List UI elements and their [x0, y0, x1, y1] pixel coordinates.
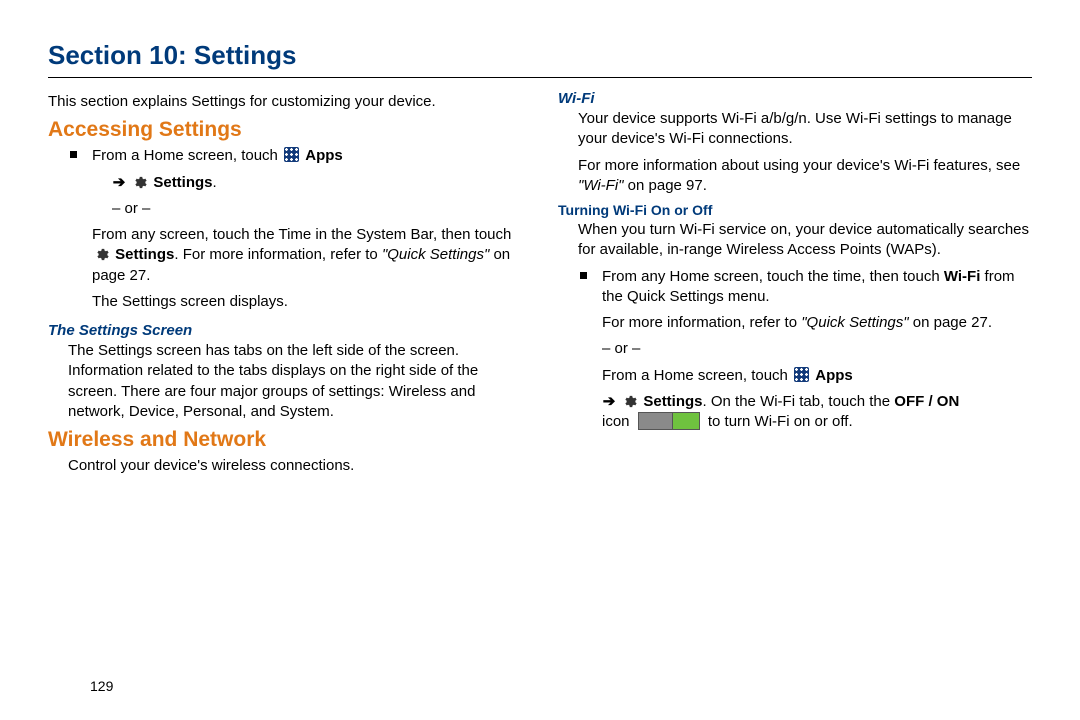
period: .	[213, 174, 217, 191]
settings-icon	[622, 394, 637, 409]
wireless-body: Control your device's wireless connectio…	[48, 456, 522, 476]
heading-settings-screen: The Settings Screen	[48, 322, 522, 339]
wifi-p2: For more information about using your de…	[558, 156, 1032, 197]
title-rule	[48, 77, 1032, 78]
text: on page 97.	[624, 177, 707, 194]
toggle-icon	[638, 412, 700, 430]
wifi-p1: Your device supports Wi-Fi a/b/g/n. Use …	[558, 109, 1032, 150]
bullet-icon	[580, 272, 587, 279]
wifi-ref: "Wi-Fi"	[578, 177, 624, 194]
apps-label: Apps	[305, 147, 343, 164]
arrow-icon: ➔	[112, 173, 126, 193]
step-home-apps: From a Home screen, touch Apps	[48, 146, 522, 166]
text: For more information, refer to	[602, 314, 801, 331]
text: on page 27.	[909, 314, 992, 331]
settings-label: Settings	[643, 393, 702, 410]
heading-accessing-settings: Accessing Settings	[48, 118, 522, 142]
or-divider: – or –	[48, 199, 522, 219]
quick-settings-ref: "Quick Settings"	[382, 246, 489, 263]
heading-wireless-network: Wireless and Network	[48, 428, 522, 452]
settings-icon	[132, 175, 147, 190]
step-arrow-settings: ➔ Settings.	[48, 173, 522, 193]
turning-home: From a Home screen, touch Apps	[558, 366, 1032, 386]
turning-bullet-1: From any Home screen, touch the time, th…	[558, 267, 1032, 308]
settings-displays: The Settings screen displays.	[48, 292, 522, 312]
intro-text: This section explains Settings for custo…	[48, 92, 522, 112]
turning-last: ➔ Settings. On the Wi-Fi tab, touch the …	[558, 392, 1032, 433]
wifi-bold: Wi-Fi	[944, 268, 981, 285]
settings-label: Settings	[153, 174, 212, 191]
page-number: 129	[90, 678, 113, 694]
text: From a Home screen, touch	[602, 367, 792, 384]
bullet-icon	[70, 151, 77, 158]
settings-screen-body: The Settings screen has tabs on the left…	[48, 341, 522, 422]
right-column: Wi-Fi Your device supports Wi-Fi a/b/g/n…	[558, 90, 1032, 482]
arrow-icon: ➔	[602, 392, 616, 412]
off-on: OFF / ON	[894, 393, 959, 410]
step-systembar: From any screen, touch the Time in the S…	[48, 225, 522, 286]
settings-label: Settings	[115, 246, 174, 263]
quick-settings-ref: "Quick Settings"	[801, 314, 908, 331]
apps-icon	[794, 367, 809, 382]
text: From any screen, touch the Time in the S…	[92, 226, 511, 243]
text: . For more information, refer to	[174, 246, 382, 263]
text: From a Home screen, touch	[92, 147, 282, 164]
or-divider: – or –	[558, 339, 1032, 359]
section-title: Section 10: Settings	[48, 40, 1032, 71]
turning-p1: When you turn Wi-Fi service on, your dev…	[558, 220, 1032, 261]
text: From any Home screen, touch the time, th…	[602, 268, 944, 285]
text: to turn Wi-Fi on or off.	[708, 413, 853, 430]
heading-wifi: Wi-Fi	[558, 90, 1032, 107]
left-column: This section explains Settings for custo…	[48, 90, 522, 482]
turning-moreinfo: For more information, refer to "Quick Se…	[558, 313, 1032, 333]
text: . On the Wi-Fi tab, touch the	[703, 393, 895, 410]
text: icon	[602, 413, 634, 430]
heading-turning-wifi: Turning Wi-Fi On or Off	[558, 202, 1032, 218]
apps-label: Apps	[815, 367, 853, 384]
settings-icon	[94, 247, 109, 262]
text: For more information about using your de…	[578, 157, 1020, 174]
apps-icon	[284, 147, 299, 162]
